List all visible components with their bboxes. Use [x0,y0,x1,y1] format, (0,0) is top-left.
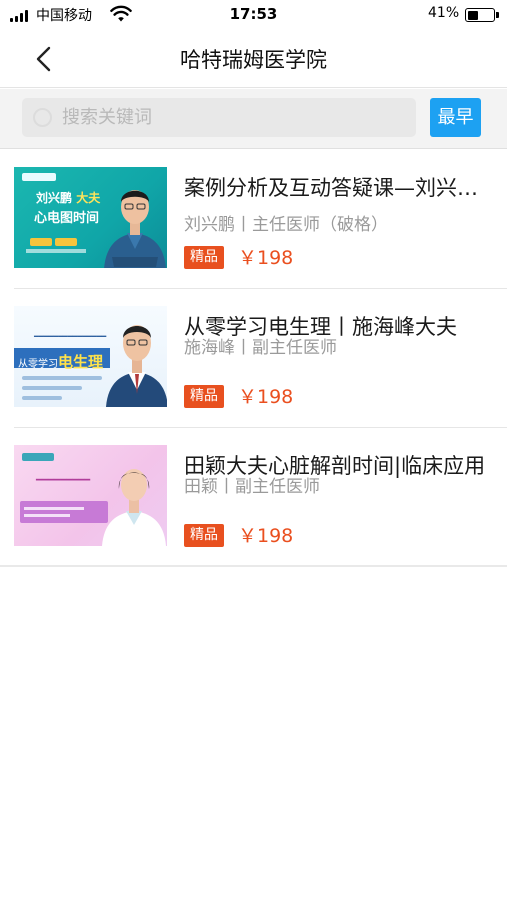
search-input[interactable] [62,98,402,137]
nav-bar: 哈特瑞姆医学院 [0,30,507,88]
thumbnail-text: 刘兴鹏 大夫 [36,191,101,205]
course-price: ￥198 [238,386,294,408]
course-thumbnail: 刘兴鹏 大夫 心电图时间 [14,167,167,268]
course-teacher: 田颖丨副主任医师 [184,477,320,497]
course-title: 案例分析及互动答疑课—刘兴鹏大夫心电图时间 [184,176,496,200]
logo [22,453,54,461]
thumbnail-line [22,376,102,380]
premium-badge: 精品 [184,385,224,408]
doctor-portrait [106,325,167,407]
doctor-portrait [104,190,166,268]
course-thumbnail: ━━━━━━━━━ [14,445,167,546]
battery-fill [467,10,478,20]
sort-earliest-button[interactable]: 最早 [430,98,481,137]
divider [0,565,507,567]
thumbnail-subtitle: 心电图时间 [34,211,100,226]
thumbnail-line [24,514,70,517]
course-item[interactable]: ━━━━━━━━━━━━━━━ 从零学习电生理 从零学习电生理丨施海峰大夫 施海… [0,289,507,428]
course-teacher: 施海峰丨副主任医师 [184,338,337,358]
search-box[interactable] [22,98,416,137]
thumbnail-line [26,249,86,253]
course-price: ￥198 [238,247,294,269]
course-item[interactable]: ━━━━━━━━━ 田颖大夫心脏解剖时间|临床应用 田颖丨副主任医师 精品 ￥1… [0,428,507,567]
thumbnail-line [24,507,84,510]
battery-percent: 41% [428,5,460,21]
thumbnail-text: 从零学习电生理 [18,353,104,371]
thumbnail-line [22,396,62,400]
premium-badge: 精品 [184,524,224,547]
course-price: ￥198 [238,525,294,547]
battery-tip [496,12,499,18]
status-bar: 中国移动 17:53 41% [0,0,507,30]
course-item[interactable]: 刘兴鹏 大夫 心电图时间 案例分析及互动答疑课—刘兴鹏大夫心电图时间 刘兴鹏丨主… [0,150,507,289]
battery-icon [465,8,495,22]
course-thumbnail: ━━━━━━━━━━━━━━━ 从零学习电生理 [14,306,167,407]
logo [22,173,56,181]
premium-badge: 精品 [184,246,224,269]
doctor-portrait [102,469,166,546]
page-title: 哈特瑞姆医学院 [180,48,327,72]
course-teacher: 刘兴鹏丨主任医师（破格） [184,215,388,235]
search-bar: 最早 [0,89,507,149]
search-icon [33,108,52,127]
thumbnail-band [20,501,108,523]
thumbnail-line [22,386,82,390]
thumbnail-heading: ━━━━━━━━━━━━━━━ [34,332,107,341]
thumbnail-text: ━━━━━━━━━ [36,475,91,486]
thumbnail-tags [30,231,110,246]
